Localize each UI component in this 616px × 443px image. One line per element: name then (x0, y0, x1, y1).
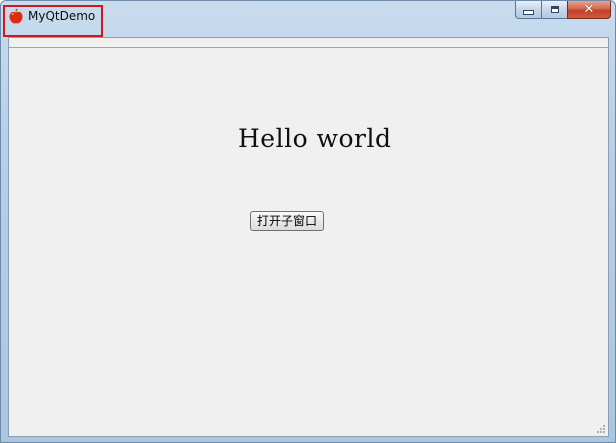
resize-grip-icon[interactable] (596, 424, 606, 434)
maximize-button[interactable] (541, 1, 567, 19)
menu-bar (9, 38, 608, 48)
minimize-button[interactable] (515, 1, 541, 19)
close-button[interactable]: ✕ (567, 1, 611, 19)
maximize-icon (550, 6, 559, 13)
apple-icon (9, 8, 23, 24)
main-window: MyQtDemo ✕ Hello world 打开子窗口 (0, 0, 616, 443)
client-area: Hello world 打开子窗口 (8, 37, 609, 437)
minimize-icon (523, 10, 534, 15)
open-child-window-button[interactable]: 打开子窗口 (250, 211, 324, 231)
hello-label: Hello world (238, 124, 392, 153)
window-title: MyQtDemo (28, 9, 96, 23)
caption-buttons: ✕ (515, 1, 611, 21)
title-bar[interactable]: MyQtDemo ✕ (1, 1, 615, 37)
close-icon: ✕ (583, 2, 595, 17)
